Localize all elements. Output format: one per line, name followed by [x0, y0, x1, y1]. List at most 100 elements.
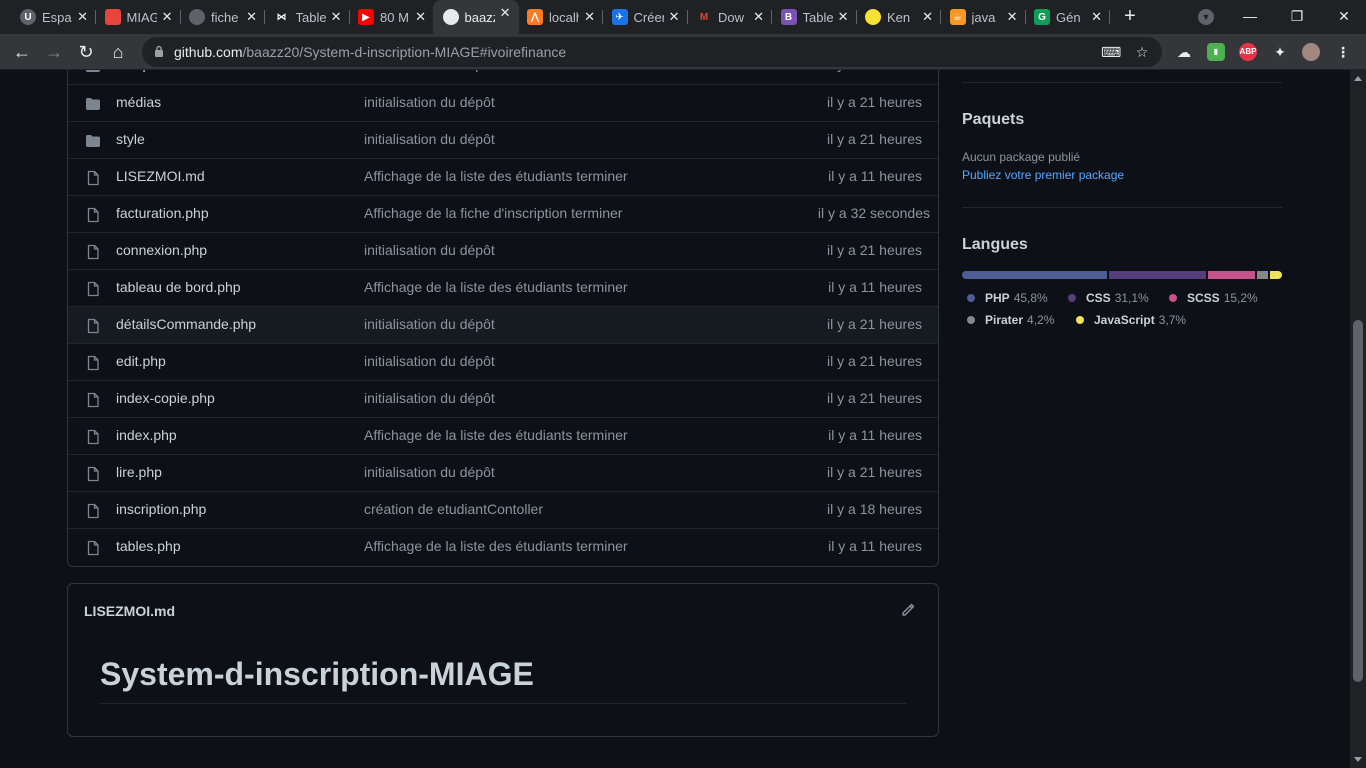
extension-green-icon[interactable]: ▮	[1207, 43, 1225, 61]
commit-message-link[interactable]: Affichage de la liste des étudiants term…	[364, 168, 628, 184]
readme-filename[interactable]: LISEZMOI.md	[84, 603, 175, 619]
new-tab-button[interactable]: +	[1120, 6, 1140, 26]
file-name-link[interactable]: index-copie.php	[116, 390, 215, 406]
extensions-puzzle-icon[interactable]: ✦	[1271, 43, 1289, 61]
browser-tab[interactable]: ⋀ localhost ✕	[517, 4, 603, 30]
commit-message-link[interactable]: Affichage de la liste des étudiants term…	[364, 427, 628, 443]
file-row[interactable]: lire.php initialisation du dépôt il y a 21…	[68, 454, 938, 491]
file-name-link[interactable]: edit.php	[116, 353, 166, 369]
back-icon[interactable]: ←	[10, 40, 34, 64]
file-row[interactable]: détailsCommande.php initialisation du dép…	[68, 306, 938, 343]
language-item[interactable]: PHP 45,8%	[967, 291, 1048, 305]
browser-tab[interactable]: G Gén ✕	[1024, 4, 1110, 30]
browser-tab[interactable]: fiche ✕	[179, 4, 265, 30]
file-row[interactable]: connexion.php initialisation du dépôt il y…	[68, 232, 938, 269]
file-name-link[interactable]: lire.php	[116, 464, 162, 480]
browser-tab[interactable]: ✈ Créer ✕	[602, 4, 688, 30]
browser-tab[interactable]: U Espace ✕	[10, 4, 96, 30]
language-item[interactable]: SCSS 15,2%	[1169, 291, 1258, 305]
file-row[interactable]: tableau de bord.php Affichage de la liste…	[68, 269, 938, 306]
tab-close-icon[interactable]: ✕	[838, 9, 849, 25]
commit-message-link[interactable]: initialisation du dépôt	[364, 94, 495, 110]
file-name-link[interactable]: détailsCommande.php	[116, 316, 256, 332]
file-row[interactable]: inscription.php création de etudiantConto…	[68, 491, 938, 528]
tab-close-icon[interactable]: ✕	[753, 9, 764, 25]
scroll-up-arrow-icon[interactable]	[1354, 76, 1362, 81]
address-bar[interactable]: github.com/baazz20/System-d-inscription-…	[142, 37, 1162, 67]
scroll-down-arrow-icon[interactable]	[1354, 757, 1362, 762]
commit-message-link[interactable]: initialisation du dépôt	[364, 70, 495, 72]
browser-tab[interactable]: ☕ java ✕	[940, 4, 1026, 30]
browser-tab[interactable]: baazz20 ✕	[432, 0, 519, 34]
file-name-link[interactable]: inscription.php	[116, 501, 206, 517]
language-item[interactable]: JavaScript 3,7%	[1076, 313, 1186, 327]
tab-close-icon[interactable]: ✕	[1091, 9, 1102, 25]
reload-icon[interactable]: ↻	[74, 40, 98, 64]
pencil-edit-icon[interactable]	[900, 602, 916, 618]
tab-close-icon[interactable]: ✕	[500, 5, 511, 21]
close-window-icon[interactable]: ✕	[1334, 6, 1354, 26]
file-name-link[interactable]: comprendre	[116, 70, 191, 72]
file-row[interactable]: edit.php initialisation du dépôt il y a 21…	[68, 343, 938, 380]
browser-tab[interactable]: ⋈ Tableau ✕	[264, 4, 350, 30]
commit-message-link[interactable]: Affichage de la liste des étudiants term…	[364, 538, 628, 554]
tab-close-icon[interactable]: ✕	[1007, 9, 1018, 25]
tab-close-icon[interactable]: ✕	[77, 9, 88, 25]
commit-message-link[interactable]: initialisation du dépôt	[364, 390, 495, 406]
file-name-link[interactable]: facturation.php	[116, 205, 209, 221]
extension-cloud-icon[interactable]: ☁	[1175, 43, 1193, 61]
publish-package-link[interactable]: Publiez votre premier package	[962, 168, 1124, 182]
page-scrollbar[interactable]	[1350, 70, 1366, 768]
translate-icon[interactable]: ⌨	[1101, 43, 1121, 61]
browser-tab[interactable]: B Table ✕	[771, 4, 857, 30]
tab-search-icon[interactable]: ▼	[1198, 9, 1214, 25]
file-row[interactable]: style initialisation du dépôt il y a 21 he…	[68, 121, 938, 158]
file-row[interactable]: comprendre initialisation du dépôt il y a …	[68, 70, 938, 84]
menu-kebab-icon[interactable]: ⋮	[1334, 43, 1352, 61]
file-name-link[interactable]: connexion.php	[116, 242, 207, 258]
commit-message-link[interactable]: initialisation du dépôt	[364, 464, 495, 480]
profile-avatar[interactable]	[1302, 43, 1320, 61]
browser-tab[interactable]: ▶ 80 M ✕	[348, 4, 434, 30]
browser-tab[interactable]: M Dow ✕	[686, 4, 772, 30]
forward-icon[interactable]: →	[42, 40, 66, 64]
url-host: github.com	[174, 44, 243, 60]
restore-icon[interactable]: ❐	[1287, 6, 1307, 26]
adblock-icon[interactable]: ABP	[1239, 43, 1257, 61]
file-name-link[interactable]: index.php	[116, 427, 177, 443]
tab-close-icon[interactable]: ✕	[162, 9, 173, 25]
file-row[interactable]: tables.php Affichage de la liste des étud…	[68, 528, 938, 565]
browser-tab[interactable]: Ken ✕	[855, 4, 941, 30]
language-item[interactable]: Pirater 4,2%	[967, 313, 1054, 327]
file-row[interactable]: index.php Affichage de la liste des étudi…	[68, 417, 938, 454]
file-name-link[interactable]: LISEZMOI.md	[116, 168, 205, 184]
language-item[interactable]: CSS 31,1%	[1068, 291, 1149, 305]
browser-tab[interactable]: MIAGE ✕	[95, 4, 181, 30]
file-name-link[interactable]: médias	[116, 94, 161, 110]
tab-close-icon[interactable]: ✕	[922, 9, 933, 25]
minimize-icon[interactable]: —	[1240, 6, 1260, 26]
file-row[interactable]: LISEZMOI.md Affichage de la liste des étu…	[68, 158, 938, 195]
file-row[interactable]: index-copie.php initialisation du dépôt il…	[68, 380, 938, 417]
commit-message-link[interactable]: Affichage de la fiche d'inscription term…	[364, 205, 622, 221]
file-name-link[interactable]: tableau de bord.php	[116, 279, 241, 295]
scroll-thumb[interactable]	[1353, 320, 1363, 682]
commit-message-link[interactable]: initialisation du dépôt	[364, 353, 495, 369]
tab-close-icon[interactable]: ✕	[331, 9, 342, 25]
bookmark-star-icon[interactable]: ☆	[1133, 43, 1151, 61]
tab-close-icon[interactable]: ✕	[584, 9, 595, 25]
packages-heading[interactable]: Paquets	[962, 111, 1024, 129]
file-row[interactable]: médias initialisation du dépôt il y a 21 h…	[68, 84, 938, 121]
tab-close-icon[interactable]: ✕	[415, 9, 426, 25]
file-row[interactable]: facturation.php Affichage de la fiche d'i…	[68, 195, 938, 232]
commit-message-link[interactable]: initialisation du dépôt	[364, 131, 495, 147]
home-icon[interactable]: ⌂	[106, 40, 130, 64]
tab-close-icon[interactable]: ✕	[669, 9, 680, 25]
file-name-link[interactable]: style	[116, 131, 145, 147]
commit-message-link[interactable]: Affichage de la liste des étudiants term…	[364, 279, 628, 295]
commit-message-link[interactable]: initialisation du dépôt	[364, 242, 495, 258]
tab-close-icon[interactable]: ✕	[246, 9, 257, 25]
commit-message-link[interactable]: initialisation du dépôt	[364, 316, 495, 332]
commit-message-link[interactable]: création de etudiantContoller	[364, 501, 543, 517]
file-name-link[interactable]: tables.php	[116, 538, 181, 554]
